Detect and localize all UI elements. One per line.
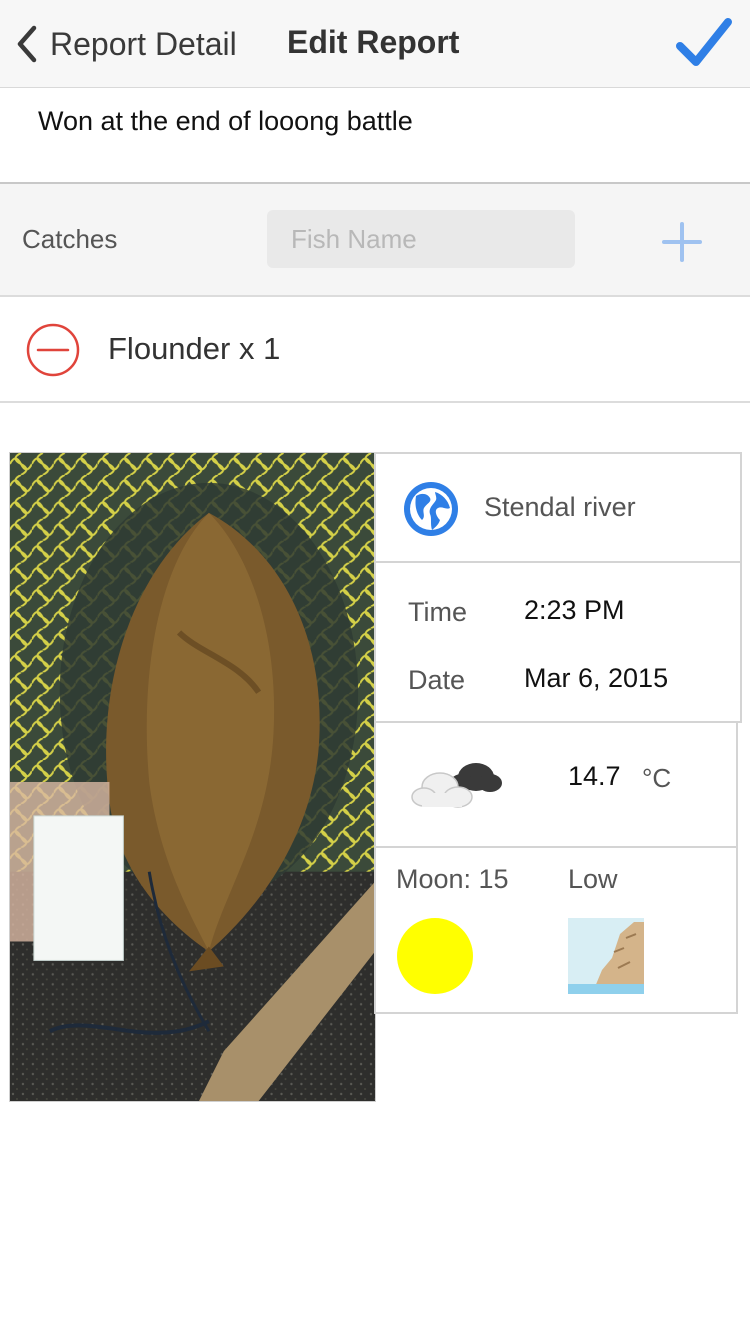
back-button-label: Report Detail	[50, 25, 237, 62]
catch-item-label: Flounder x 1	[108, 331, 281, 366]
low-tide-icon	[568, 918, 644, 994]
temperature-unit: °C	[642, 763, 672, 793]
moon-phase-icon	[397, 918, 473, 994]
time-label: Time	[408, 597, 467, 627]
minus-circle-icon[interactable]	[26, 323, 80, 377]
report-note-text: Won at the end of looong battle	[38, 106, 413, 136]
chevron-left-icon	[17, 25, 37, 63]
tide-label: Low	[568, 864, 618, 894]
fish-name-input[interactable]	[267, 210, 575, 268]
moon-phase-label: Moon: 15	[396, 864, 509, 894]
back-button[interactable]: Report Detail	[12, 22, 237, 66]
list-item: Flounder x 1	[0, 297, 750, 403]
globe-icon	[404, 482, 458, 536]
date-value: Mar 6, 2015	[524, 663, 669, 693]
navigation-bar: Report Detail Edit Report	[0, 0, 750, 88]
page-title: Edit Report	[287, 24, 460, 60]
moon-tide-panel[interactable]: Moon: 15 Low	[374, 846, 738, 1014]
report-note[interactable]: Won at the end of looong battle	[0, 88, 750, 184]
plus-icon[interactable]	[660, 220, 704, 264]
cloud-icon	[411, 763, 502, 808]
catches-label: Catches	[22, 224, 118, 254]
checkmark-icon[interactable]	[672, 14, 736, 74]
location-panel[interactable]: Stendal river	[374, 452, 742, 563]
catches-bar: Catches	[0, 184, 750, 297]
location-name: Stendal river	[484, 492, 636, 522]
date-label: Date	[408, 665, 466, 695]
weather-panel[interactable]: 14.7 °C	[374, 721, 738, 848]
datetime-panel[interactable]: Time 2:23 PM Date Mar 6, 2015	[374, 561, 742, 723]
time-value: 2:23 PM	[524, 595, 625, 625]
catch-photo[interactable]	[9, 452, 376, 1102]
temperature-value: 14.7	[568, 761, 621, 791]
